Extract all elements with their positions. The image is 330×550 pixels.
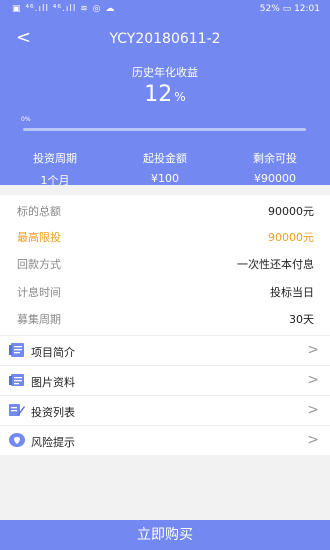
stat-remaining: 剩余可投 ¥90000 — [220, 150, 330, 185]
chevron-right-icon: > — [307, 402, 319, 418]
menu-item-risk[interactable]: 风险提示 > — [0, 425, 330, 455]
progress-bar — [23, 128, 306, 131]
battery-level: 52% — [259, 4, 280, 14]
hero-header: ▣ ⁴⁶.ıll ⁴⁶.ıll ≋ ◎ ☁ 52% ▭ 12:01 < YCY2… — [0, 0, 330, 188]
menu-item-invest-list[interactable]: 投资列表 > — [0, 395, 330, 425]
chevron-right-icon: > — [307, 342, 319, 358]
battery-icon: ▭ — [282, 4, 292, 14]
detail-row-raise-period: 募集周期 30天 — [17, 313, 314, 326]
stat-min-amount: 起投金额 ¥100 — [110, 150, 220, 185]
detail-row-interest-time: 计息时间 投标当日 — [17, 286, 314, 299]
stat-invest-period: 投资周期 1个月 — [0, 150, 110, 188]
menu-item-images[interactable]: 图片资料 > — [0, 365, 330, 395]
stat-label: 投资周期 — [33, 152, 77, 165]
chevron-right-icon: > — [307, 432, 319, 448]
info-menu: 项目简介 > 图片资料 > 投资列表 > 风险提示 > — [0, 335, 330, 455]
stat-value: ¥90000 — [254, 172, 296, 185]
menu-item-project-intro[interactable]: 项目简介 > — [0, 335, 330, 365]
page-title: YCY20180611-2 — [109, 31, 221, 47]
status-bar: ▣ ⁴⁶.ıll ⁴⁶.ıll ≋ ◎ ☁ 52% ▭ 12:01 — [0, 0, 330, 20]
yield-value: 12% — [144, 82, 186, 107]
detail-row-repayment: 回款方式 一次性还本付息 — [17, 258, 314, 271]
stat-label: 起投金额 — [143, 152, 187, 165]
stat-value: 1个月 — [40, 174, 70, 187]
detail-row-total: 标的总额 90000元 — [17, 205, 314, 218]
yield-label: 历史年化收益 — [132, 66, 198, 79]
image-doc-icon — [9, 374, 24, 386]
stat-label: 剩余可投 — [253, 152, 297, 165]
clock: 12:01 — [294, 4, 320, 14]
document-icon — [9, 343, 24, 357]
detail-row-max-invest: 最高限投 90000元 — [17, 231, 314, 244]
shield-icon — [9, 433, 25, 447]
progress-label: 0% — [21, 116, 31, 123]
buy-now-button[interactable]: 立即购买 — [0, 520, 330, 550]
detail-list: 标的总额 90000元 最高限投 90000元 回款方式 一次性还本付息 计息时… — [0, 195, 330, 335]
edit-list-icon — [9, 404, 25, 416]
chevron-right-icon: > — [307, 372, 319, 388]
yield-unit: % — [174, 90, 186, 104]
stat-value: ¥100 — [151, 172, 179, 185]
status-icons: ▣ ⁴⁶.ıll ⁴⁶.ıll ≋ ◎ ☁ — [12, 4, 116, 14]
